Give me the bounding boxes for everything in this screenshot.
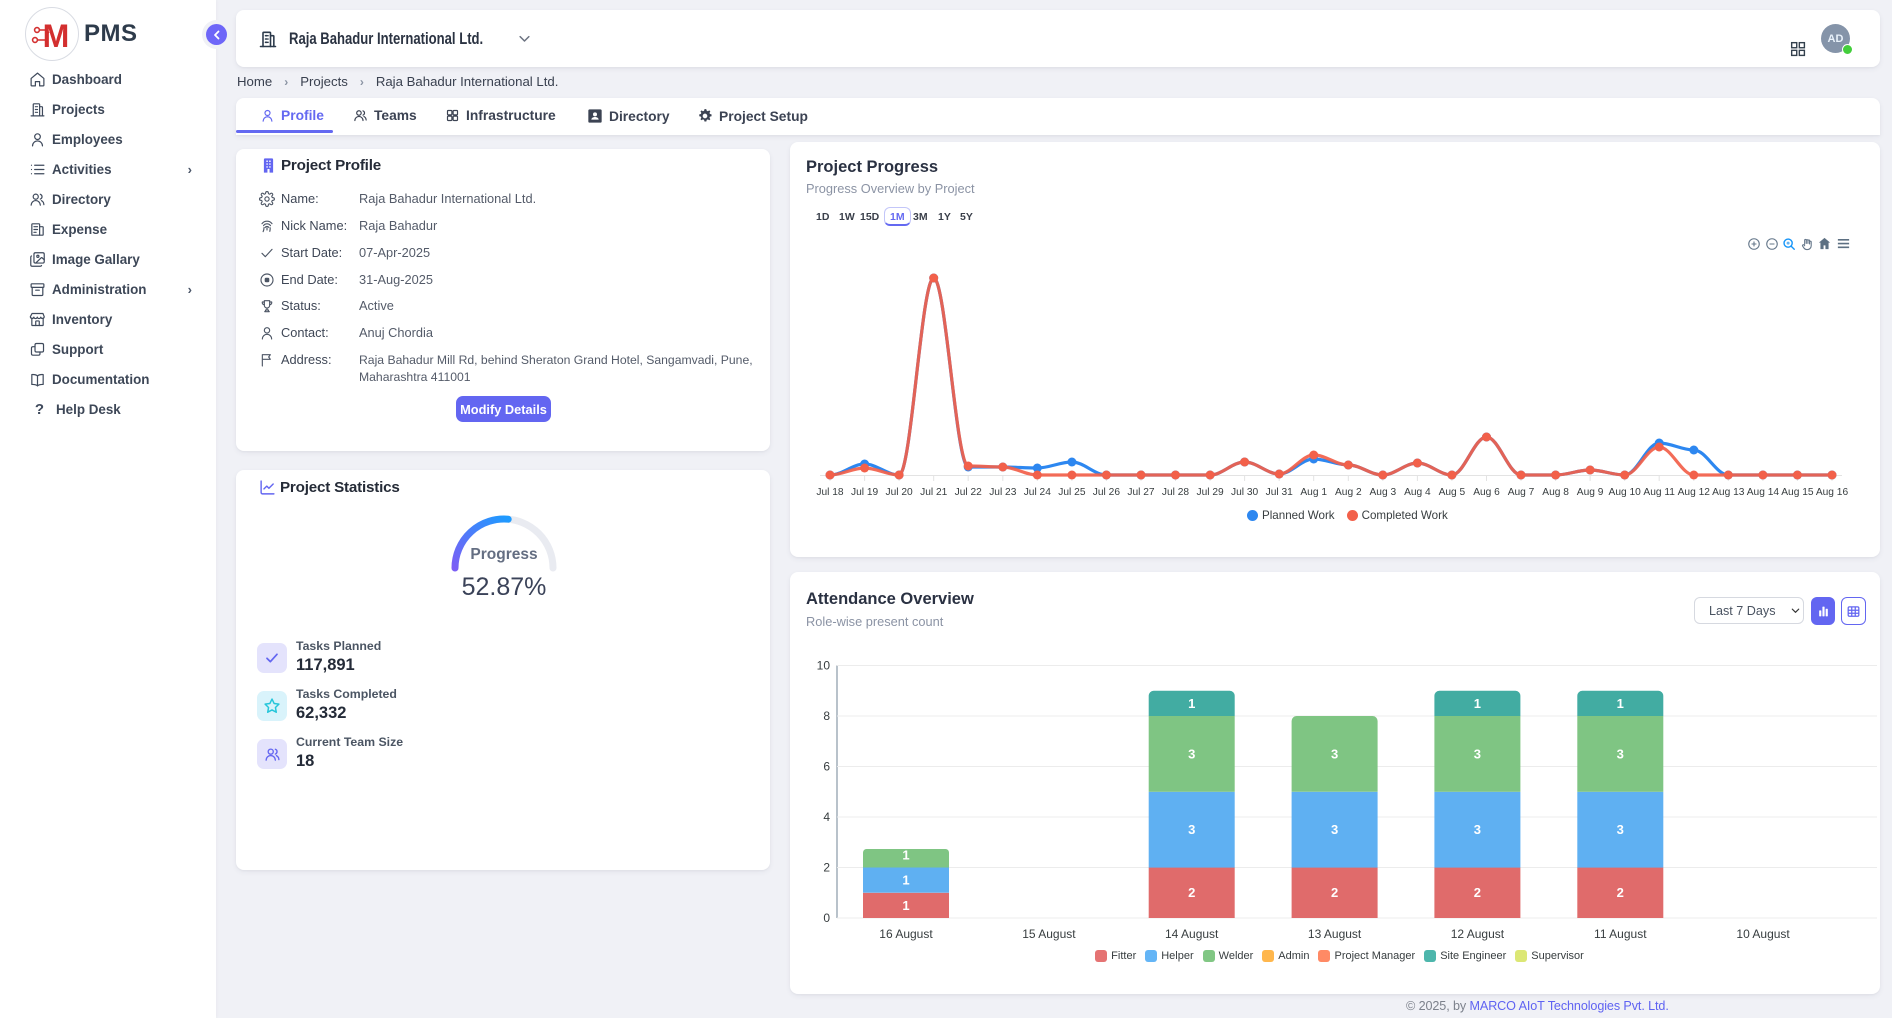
- svg-text:0: 0: [823, 911, 830, 925]
- svg-text:3: 3: [1474, 746, 1481, 761]
- svg-text:Jul 19: Jul 19: [851, 487, 879, 498]
- svg-text:Aug 15: Aug 15: [1781, 487, 1814, 498]
- svg-text:6: 6: [823, 760, 830, 774]
- svg-text:Aug 3: Aug 3: [1369, 487, 1396, 498]
- svg-text:Jul 26: Jul 26: [1093, 487, 1121, 498]
- svg-text:Aug 14: Aug 14: [1747, 487, 1780, 498]
- svg-text:3: 3: [1617, 746, 1624, 761]
- svg-text:Aug 7: Aug 7: [1508, 487, 1535, 498]
- svg-text:Jul 31: Jul 31: [1266, 487, 1294, 498]
- svg-text:M: M: [43, 18, 70, 54]
- svg-text:Jul 18: Jul 18: [816, 487, 844, 498]
- svg-text:4: 4: [823, 810, 830, 824]
- svg-text:1: 1: [902, 898, 909, 913]
- svg-text:13 August: 13 August: [1308, 927, 1362, 941]
- svg-text:3: 3: [1331, 746, 1338, 761]
- svg-text:Aug 8: Aug 8: [1542, 487, 1569, 498]
- svg-text:1: 1: [902, 847, 909, 862]
- svg-text:2: 2: [1331, 885, 1338, 900]
- svg-text:15 August: 15 August: [1022, 927, 1076, 941]
- svg-text:1: 1: [1617, 696, 1624, 711]
- svg-text:2: 2: [1188, 885, 1195, 900]
- svg-text:2: 2: [1617, 885, 1624, 900]
- svg-text:1: 1: [1474, 696, 1481, 711]
- svg-text:10: 10: [817, 659, 831, 673]
- svg-text:14 August: 14 August: [1165, 927, 1219, 941]
- svg-text:3: 3: [1474, 822, 1481, 837]
- svg-text:Jul 23: Jul 23: [989, 487, 1017, 498]
- svg-text:Aug 1: Aug 1: [1300, 487, 1327, 498]
- svg-text:3: 3: [1188, 746, 1195, 761]
- svg-text:Aug 12: Aug 12: [1678, 487, 1711, 498]
- svg-text:Jul 25: Jul 25: [1058, 487, 1086, 498]
- svg-text:1: 1: [1188, 696, 1195, 711]
- svg-text:Aug 6: Aug 6: [1473, 487, 1500, 498]
- svg-text:8: 8: [823, 709, 830, 723]
- svg-text:16 August: 16 August: [879, 927, 933, 941]
- svg-text:Aug 4: Aug 4: [1404, 487, 1431, 498]
- svg-text:3: 3: [1617, 822, 1624, 837]
- svg-text:Aug 2: Aug 2: [1335, 487, 1362, 498]
- svg-text:11 August: 11 August: [1594, 927, 1647, 941]
- svg-text:Aug 13: Aug 13: [1712, 487, 1745, 498]
- svg-text:1: 1: [902, 873, 909, 888]
- svg-text:Aug 11: Aug 11: [1643, 487, 1675, 498]
- svg-text:3: 3: [1331, 822, 1338, 837]
- svg-text:10 August: 10 August: [1736, 927, 1790, 941]
- svg-text:2: 2: [1474, 885, 1481, 900]
- svg-text:Jul 28: Jul 28: [1162, 487, 1190, 498]
- svg-text:Aug 9: Aug 9: [1577, 487, 1604, 498]
- svg-text:Jul 20: Jul 20: [886, 487, 914, 498]
- svg-text:Jul 22: Jul 22: [955, 487, 983, 498]
- svg-text:Jul 21: Jul 21: [920, 487, 948, 498]
- svg-text:Aug 10: Aug 10: [1609, 487, 1642, 498]
- svg-text:Jul 24: Jul 24: [1024, 487, 1052, 498]
- svg-text:Aug 5: Aug 5: [1439, 487, 1466, 498]
- svg-text:Jul 29: Jul 29: [1197, 487, 1225, 498]
- svg-text:3: 3: [1188, 822, 1195, 837]
- svg-text:Jul 27: Jul 27: [1127, 487, 1155, 498]
- svg-text:2: 2: [823, 861, 830, 875]
- svg-text:Jul 30: Jul 30: [1231, 487, 1259, 498]
- svg-text:12 August: 12 August: [1451, 927, 1505, 941]
- svg-text:Aug 16: Aug 16: [1816, 487, 1849, 498]
